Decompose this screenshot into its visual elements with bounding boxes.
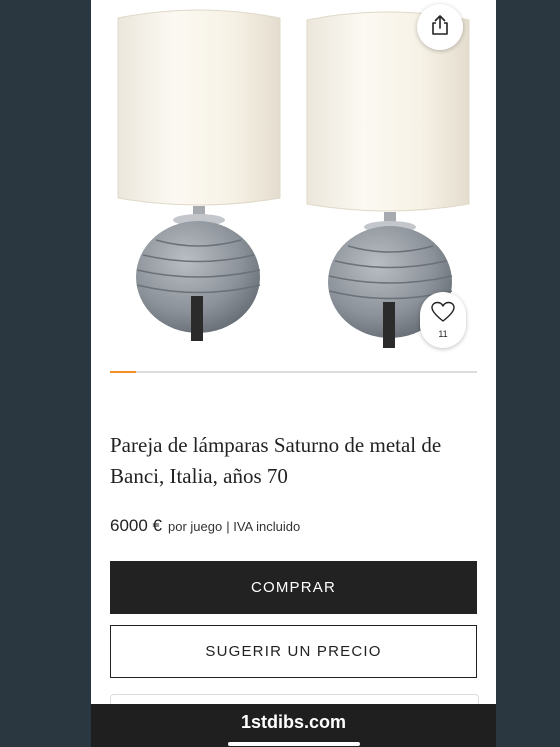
- heart-icon: [431, 301, 455, 328]
- favorites-count: 11: [438, 329, 448, 339]
- gallery-progress-fill: [110, 371, 136, 373]
- buy-button[interactable]: COMPRAR: [110, 561, 477, 614]
- lamp-left: [117, 9, 281, 341]
- browser-address-bar[interactable]: 1stdibs.com: [91, 704, 496, 747]
- price-unit: por juego: [168, 519, 223, 534]
- favorite-button[interactable]: 11: [420, 292, 466, 348]
- price-tax-note: | IVA incluido: [226, 519, 301, 534]
- product-image-gallery[interactable]: 11: [91, 0, 496, 365]
- product-price: 6000 €: [110, 516, 162, 535]
- home-indicator: [228, 742, 360, 746]
- make-offer-button[interactable]: SUGERIR UN PRECIO: [110, 625, 477, 678]
- share-icon: [430, 14, 450, 41]
- share-button[interactable]: [417, 4, 463, 50]
- product-page: 11 Pareja de lámparas Saturno de metal d…: [91, 0, 496, 747]
- product-title: Pareja de lámparas Saturno de metal de B…: [110, 433, 442, 488]
- browser-domain: 1stdibs.com: [240, 712, 347, 732]
- gallery-progress-bar: [110, 371, 477, 373]
- price-row: 6000 € por juego | IVA incluido: [110, 516, 480, 536]
